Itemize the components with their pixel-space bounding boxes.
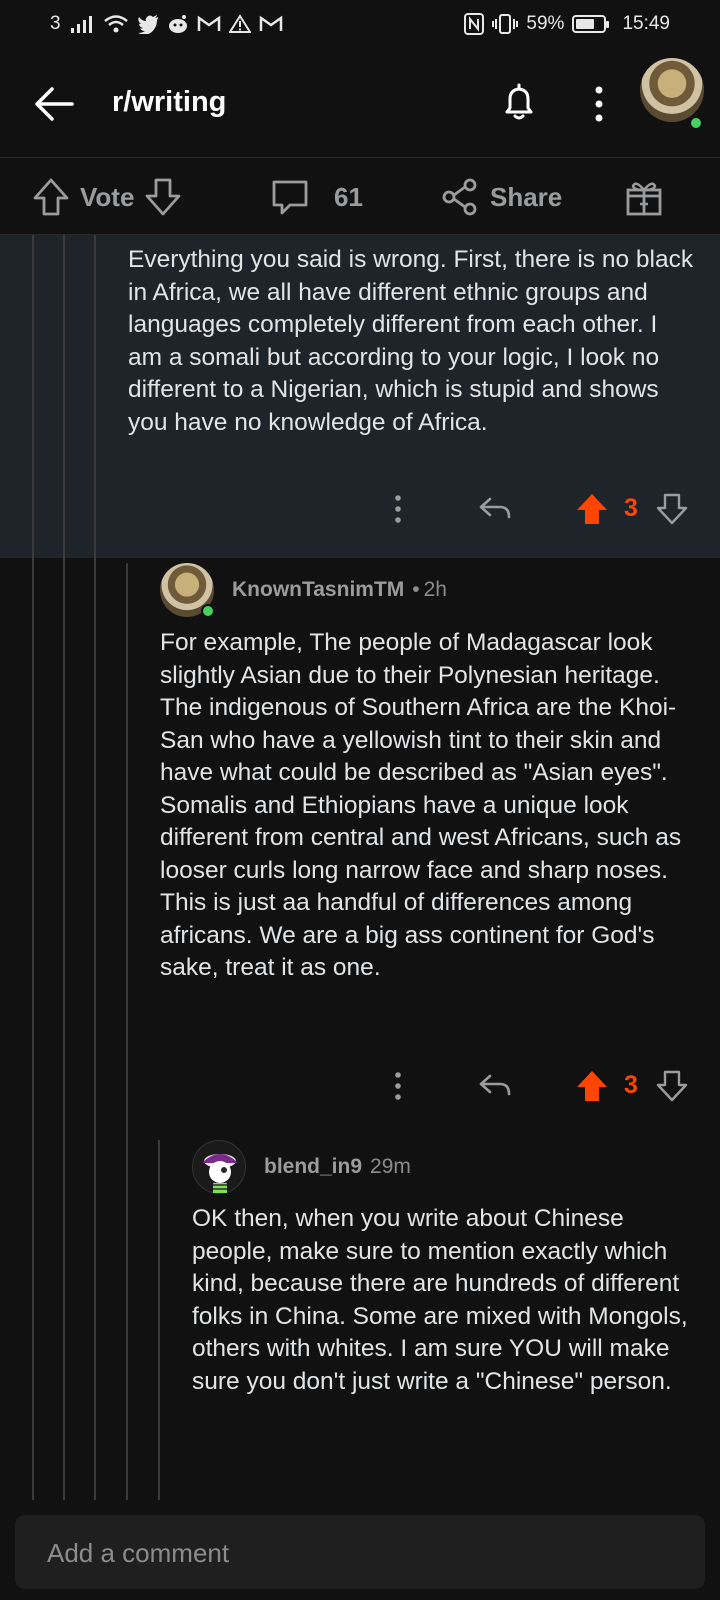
reddit-icon [168, 15, 187, 33]
signal-icon [70, 16, 92, 33]
commenter-avatar[interactable] [192, 1140, 246, 1194]
wifi-icon [103, 15, 128, 33]
warning-icon [228, 14, 251, 33]
vote-label: Vote [80, 181, 135, 212]
comment-meta: blend_in9 29m [264, 1155, 411, 1179]
thread-line[interactable] [32, 235, 34, 1500]
thread-line[interactable] [94, 235, 96, 1500]
online-indicator [689, 116, 703, 130]
comment-more-icon[interactable] [390, 1070, 406, 1102]
comment-username[interactable]: blend_in9 [264, 1155, 362, 1179]
thread-line[interactable] [126, 563, 128, 1500]
notification-count: 3 [50, 13, 61, 34]
upvote-icon[interactable] [575, 1069, 609, 1103]
status-bar: 3 59% 15:49 [0, 0, 720, 50]
share-button[interactable]: Share [440, 177, 562, 217]
share-label: Share [490, 181, 563, 212]
comment-meta: KnownTasnimTM • 2h [232, 578, 447, 602]
comment-score: 3 [624, 1071, 638, 1099]
comment-thread: Everything you said is wrong. First, the… [0, 235, 720, 1500]
more-options-icon[interactable] [584, 82, 614, 126]
page-title[interactable]: r/writing [112, 86, 226, 119]
thread-line[interactable] [158, 1140, 160, 1500]
comment-body: For example, The people of Madagascar lo… [160, 629, 682, 981]
comment-time: 29m [370, 1155, 411, 1178]
gmail-icon [197, 15, 220, 31]
gmail-icon-2 [259, 15, 282, 31]
user-avatar[interactable] [640, 58, 704, 122]
upvote-icon[interactable] [575, 492, 609, 526]
post-action-bar: Vote 61 Share [0, 159, 720, 235]
comment-bubble-icon [272, 180, 308, 215]
share-icon [442, 178, 477, 216]
comment-time: 2h [423, 578, 447, 601]
comment-username[interactable]: KnownTasnimTM [232, 578, 404, 602]
comment-composer[interactable] [15, 1515, 705, 1589]
bell-icon[interactable] [497, 80, 541, 124]
back-arrow-icon[interactable] [30, 80, 78, 128]
battery-icon [572, 15, 610, 33]
downvote-arrow-icon[interactable] [144, 177, 182, 217]
twitter-icon [137, 15, 158, 34]
award-button[interactable] [624, 177, 664, 217]
add-comment-input[interactable] [47, 1533, 667, 1573]
vote-group: Vote [32, 177, 182, 217]
reply-icon[interactable] [478, 1072, 512, 1100]
comment-body: Everything you said is wrong. First, the… [128, 246, 694, 436]
downvote-icon[interactable] [656, 1070, 688, 1102]
comment-more-icon[interactable] [390, 493, 406, 525]
downvote-icon[interactable] [656, 493, 688, 525]
clock: 15:49 [622, 13, 670, 34]
app-header: r/writing [0, 50, 720, 158]
battery-percent: 59% [526, 13, 565, 34]
comment-body: OK then, when you write about Chinese pe… [192, 1205, 688, 1395]
upvote-arrow-icon[interactable] [32, 177, 70, 217]
gift-icon [626, 182, 662, 216]
vibrate-icon [492, 14, 519, 34]
meta-separator: • [412, 578, 420, 601]
reply-icon[interactable] [478, 495, 512, 523]
comment-score: 3 [624, 494, 638, 522]
comments-button[interactable]: 61 [270, 177, 363, 217]
online-indicator [201, 604, 215, 618]
nfc-icon [464, 13, 485, 35]
comment-count: 61 [334, 181, 363, 212]
thread-line[interactable] [63, 235, 65, 1500]
snoo-avatar-icon [202, 1154, 238, 1193]
